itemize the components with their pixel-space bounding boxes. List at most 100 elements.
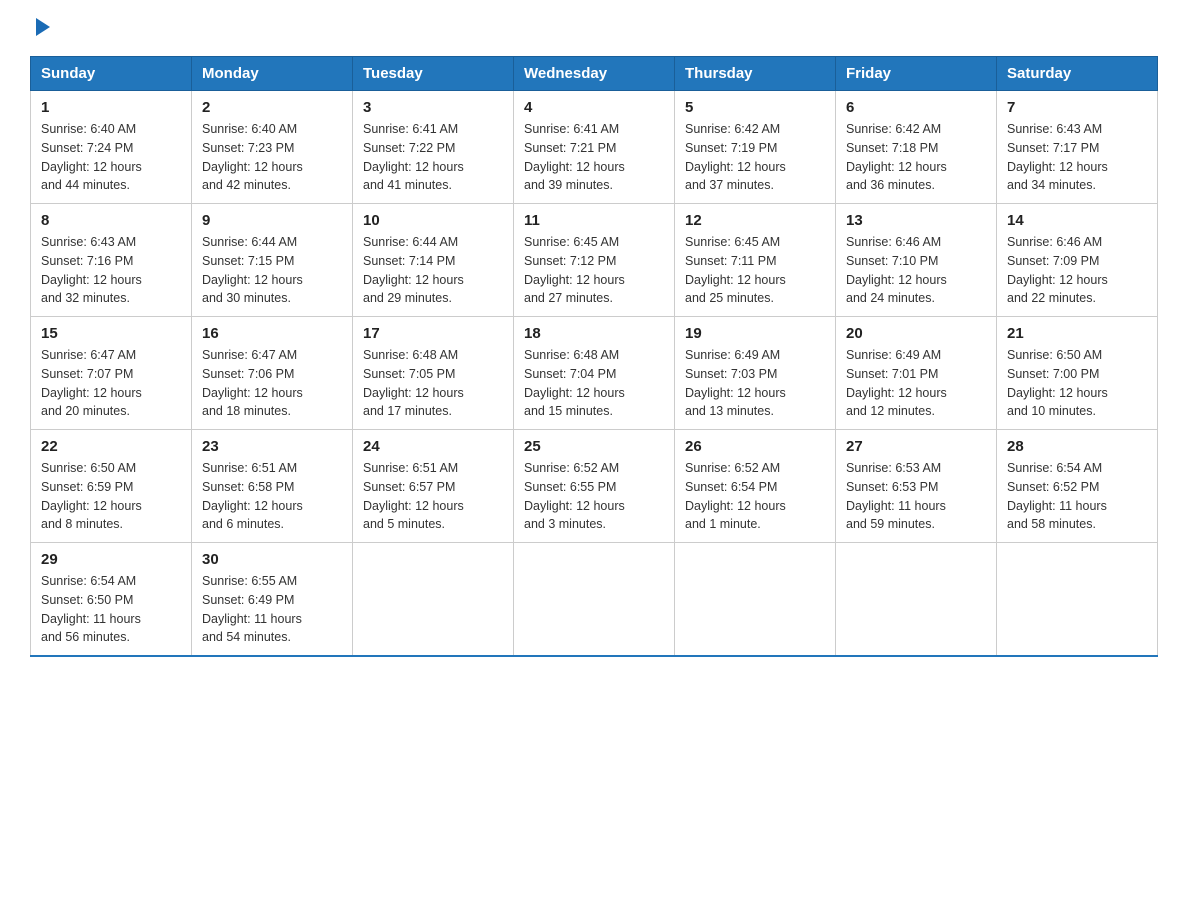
calendar-cell: 8 Sunrise: 6:43 AMSunset: 7:16 PMDaylight… bbox=[31, 204, 192, 317]
day-info: Sunrise: 6:41 AMSunset: 7:21 PMDaylight:… bbox=[524, 120, 664, 195]
calendar-cell bbox=[836, 543, 997, 657]
day-number: 5 bbox=[685, 99, 825, 116]
calendar-cell: 24 Sunrise: 6:51 AMSunset: 6:57 PMDayligh… bbox=[353, 430, 514, 543]
calendar-cell: 23Sunrise: 6:51 AMSunset: 6:58 PMDayligh… bbox=[192, 430, 353, 543]
day-info: Sunrise: 6:53 AMSunset: 6:53 PMDaylight:… bbox=[846, 459, 986, 534]
day-number: 16 bbox=[202, 325, 342, 342]
day-info: Sunrise: 6:51 AMSunset: 6:58 PMDaylight:… bbox=[202, 459, 342, 534]
day-info: Sunrise: 6:43 AMSunset: 7:16 PMDaylight:… bbox=[41, 233, 181, 308]
day-info: Sunrise: 6:44 AMSunset: 7:14 PMDaylight:… bbox=[363, 233, 503, 308]
calendar-cell: 11 Sunrise: 6:45 AMSunset: 7:12 PMDayligh… bbox=[514, 204, 675, 317]
day-info: Sunrise: 6:51 AMSunset: 6:57 PMDaylight:… bbox=[363, 459, 503, 534]
day-number: 19 bbox=[685, 325, 825, 342]
day-info: Sunrise: 6:46 AMSunset: 7:10 PMDaylight:… bbox=[846, 233, 986, 308]
calendar-cell: 12 Sunrise: 6:45 AMSunset: 7:11 PMDayligh… bbox=[675, 204, 836, 317]
column-header-saturday: Saturday bbox=[997, 57, 1158, 91]
column-header-thursday: Thursday bbox=[675, 57, 836, 91]
day-number: 9 bbox=[202, 212, 342, 229]
logo-arrow-icon bbox=[32, 16, 54, 38]
day-info: Sunrise: 6:55 AMSunset: 6:49 PMDaylight:… bbox=[202, 572, 342, 647]
day-number: 12 bbox=[685, 212, 825, 229]
calendar-cell bbox=[353, 543, 514, 657]
calendar-cell: 19Sunrise: 6:49 AMSunset: 7:03 PMDayligh… bbox=[675, 317, 836, 430]
day-number: 17 bbox=[363, 325, 503, 342]
calendar-cell: 5Sunrise: 6:42 AMSunset: 7:19 PMDaylight… bbox=[675, 91, 836, 204]
calendar-week-row: 22 Sunrise: 6:50 AMSunset: 6:59 PMDayligh… bbox=[31, 430, 1158, 543]
day-info: Sunrise: 6:49 AMSunset: 7:01 PMDaylight:… bbox=[846, 346, 986, 421]
calendar-cell: 6 Sunrise: 6:42 AMSunset: 7:18 PMDaylight… bbox=[836, 91, 997, 204]
column-header-friday: Friday bbox=[836, 57, 997, 91]
day-info: Sunrise: 6:52 AMSunset: 6:55 PMDaylight:… bbox=[524, 459, 664, 534]
day-number: 18 bbox=[524, 325, 664, 342]
calendar-header-row: SundayMondayTuesdayWednesdayThursdayFrid… bbox=[31, 57, 1158, 91]
day-number: 21 bbox=[1007, 325, 1147, 342]
calendar-cell: 16 Sunrise: 6:47 AMSunset: 7:06 PMDayligh… bbox=[192, 317, 353, 430]
day-info: Sunrise: 6:50 AMSunset: 6:59 PMDaylight:… bbox=[41, 459, 181, 534]
day-info: Sunrise: 6:47 AMSunset: 7:07 PMDaylight:… bbox=[41, 346, 181, 421]
day-info: Sunrise: 6:44 AMSunset: 7:15 PMDaylight:… bbox=[202, 233, 342, 308]
calendar-cell: 7 Sunrise: 6:43 AMSunset: 7:17 PMDaylight… bbox=[997, 91, 1158, 204]
day-number: 4 bbox=[524, 99, 664, 116]
day-number: 11 bbox=[524, 212, 664, 229]
calendar-cell: 20Sunrise: 6:49 AMSunset: 7:01 PMDayligh… bbox=[836, 317, 997, 430]
day-number: 7 bbox=[1007, 99, 1147, 116]
calendar-week-row: 8 Sunrise: 6:43 AMSunset: 7:16 PMDaylight… bbox=[31, 204, 1158, 317]
day-info: Sunrise: 6:48 AMSunset: 7:05 PMDaylight:… bbox=[363, 346, 503, 421]
day-number: 28 bbox=[1007, 438, 1147, 455]
calendar-cell bbox=[514, 543, 675, 657]
day-number: 15 bbox=[41, 325, 181, 342]
day-number: 6 bbox=[846, 99, 986, 116]
column-header-tuesday: Tuesday bbox=[353, 57, 514, 91]
calendar-cell: 27 Sunrise: 6:53 AMSunset: 6:53 PMDayligh… bbox=[836, 430, 997, 543]
calendar-week-row: 1 Sunrise: 6:40 AMSunset: 7:24 PMDaylight… bbox=[31, 91, 1158, 204]
day-number: 24 bbox=[363, 438, 503, 455]
day-number: 30 bbox=[202, 551, 342, 568]
day-info: Sunrise: 6:42 AMSunset: 7:18 PMDaylight:… bbox=[846, 120, 986, 195]
calendar-cell: 21 Sunrise: 6:50 AMSunset: 7:00 PMDayligh… bbox=[997, 317, 1158, 430]
day-info: Sunrise: 6:50 AMSunset: 7:00 PMDaylight:… bbox=[1007, 346, 1147, 421]
calendar-cell: 14 Sunrise: 6:46 AMSunset: 7:09 PMDayligh… bbox=[997, 204, 1158, 317]
calendar-cell: 10 Sunrise: 6:44 AMSunset: 7:14 PMDayligh… bbox=[353, 204, 514, 317]
calendar-cell: 1 Sunrise: 6:40 AMSunset: 7:24 PMDaylight… bbox=[31, 91, 192, 204]
day-info: Sunrise: 6:45 AMSunset: 7:11 PMDaylight:… bbox=[685, 233, 825, 308]
calendar-cell: 2 Sunrise: 6:40 AMSunset: 7:23 PMDaylight… bbox=[192, 91, 353, 204]
day-number: 2 bbox=[202, 99, 342, 116]
day-info: Sunrise: 6:54 AMSunset: 6:50 PMDaylight:… bbox=[41, 572, 181, 647]
calendar-cell: 28Sunrise: 6:54 AMSunset: 6:52 PMDayligh… bbox=[997, 430, 1158, 543]
day-info: Sunrise: 6:47 AMSunset: 7:06 PMDaylight:… bbox=[202, 346, 342, 421]
day-info: Sunrise: 6:41 AMSunset: 7:22 PMDaylight:… bbox=[363, 120, 503, 195]
calendar-cell: 18 Sunrise: 6:48 AMSunset: 7:04 PMDayligh… bbox=[514, 317, 675, 430]
day-info: Sunrise: 6:46 AMSunset: 7:09 PMDaylight:… bbox=[1007, 233, 1147, 308]
calendar-cell bbox=[997, 543, 1158, 657]
day-number: 3 bbox=[363, 99, 503, 116]
day-info: Sunrise: 6:43 AMSunset: 7:17 PMDaylight:… bbox=[1007, 120, 1147, 195]
calendar-cell: 3 Sunrise: 6:41 AMSunset: 7:22 PMDaylight… bbox=[353, 91, 514, 204]
day-info: Sunrise: 6:45 AMSunset: 7:12 PMDaylight:… bbox=[524, 233, 664, 308]
calendar-cell: 13 Sunrise: 6:46 AMSunset: 7:10 PMDayligh… bbox=[836, 204, 997, 317]
day-number: 1 bbox=[41, 99, 181, 116]
day-number: 22 bbox=[41, 438, 181, 455]
calendar-cell: 30 Sunrise: 6:55 AMSunset: 6:49 PMDayligh… bbox=[192, 543, 353, 657]
day-info: Sunrise: 6:40 AMSunset: 7:23 PMDaylight:… bbox=[202, 120, 342, 195]
column-header-wednesday: Wednesday bbox=[514, 57, 675, 91]
calendar-cell: 22 Sunrise: 6:50 AMSunset: 6:59 PMDayligh… bbox=[31, 430, 192, 543]
calendar-week-row: 29 Sunrise: 6:54 AMSunset: 6:50 PMDayligh… bbox=[31, 543, 1158, 657]
page-header bbox=[30, 20, 1158, 38]
day-number: 10 bbox=[363, 212, 503, 229]
day-number: 27 bbox=[846, 438, 986, 455]
calendar-cell: 4 Sunrise: 6:41 AMSunset: 7:21 PMDaylight… bbox=[514, 91, 675, 204]
logo bbox=[30, 20, 54, 38]
day-info: Sunrise: 6:40 AMSunset: 7:24 PMDaylight:… bbox=[41, 120, 181, 195]
calendar-cell: 9 Sunrise: 6:44 AMSunset: 7:15 PMDaylight… bbox=[192, 204, 353, 317]
day-number: 8 bbox=[41, 212, 181, 229]
day-number: 29 bbox=[41, 551, 181, 568]
day-number: 14 bbox=[1007, 212, 1147, 229]
day-number: 26 bbox=[685, 438, 825, 455]
calendar-cell: 29 Sunrise: 6:54 AMSunset: 6:50 PMDayligh… bbox=[31, 543, 192, 657]
day-info: Sunrise: 6:48 AMSunset: 7:04 PMDaylight:… bbox=[524, 346, 664, 421]
calendar-week-row: 15 Sunrise: 6:47 AMSunset: 7:07 PMDayligh… bbox=[31, 317, 1158, 430]
day-number: 25 bbox=[524, 438, 664, 455]
calendar-cell: 15 Sunrise: 6:47 AMSunset: 7:07 PMDayligh… bbox=[31, 317, 192, 430]
column-header-monday: Monday bbox=[192, 57, 353, 91]
day-number: 13 bbox=[846, 212, 986, 229]
